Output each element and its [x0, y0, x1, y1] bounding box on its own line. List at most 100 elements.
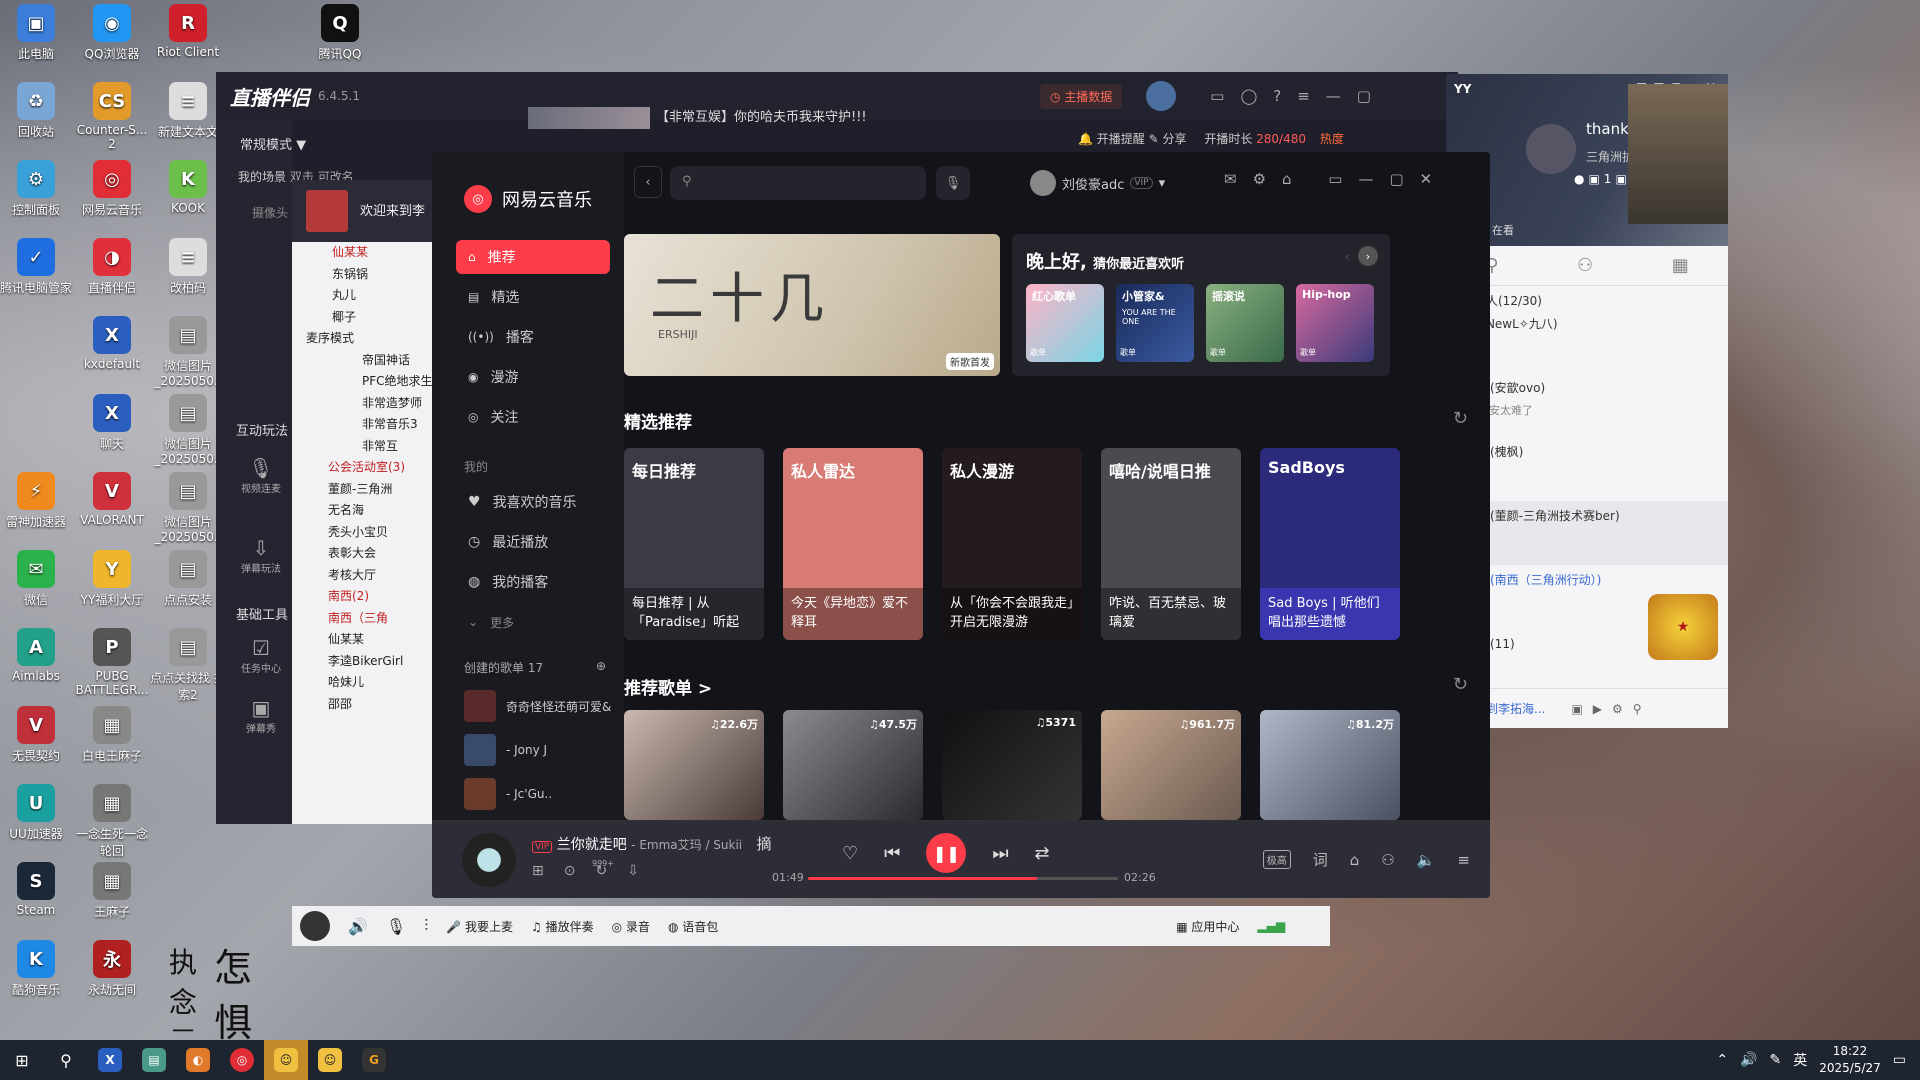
created-playlist[interactable]: - Jc'Gu.. [432, 772, 624, 816]
app-center-button[interactable]: ▦ 应用中心 [1176, 918, 1239, 935]
search-button[interactable]: ⚲ [44, 1040, 88, 1080]
tool-task-center[interactable]: ☑ 任务中心 [238, 636, 284, 675]
lyrics-icon[interactable]: 词 [1313, 849, 1328, 870]
top-icons[interactable]: ✉⚙⌂ ▭—▢✕ [1224, 170, 1448, 188]
next-icon[interactable]: › [1358, 246, 1378, 266]
user-avatar[interactable] [300, 911, 330, 941]
my-nav-item[interactable]: ◍ 我的播客 [456, 565, 610, 599]
nav-item[interactable]: ⌂ 推荐 [456, 240, 610, 274]
taskbar-app[interactable]: X [88, 1040, 132, 1080]
desktop-icon[interactable]: 永永劫无间 [74, 940, 150, 998]
titlebar-icons[interactable]: ▭◯?≡—▢ [1210, 87, 1387, 105]
nav-item[interactable]: ▤ 精选 [456, 280, 610, 314]
desktop-icon[interactable]: ▦ 白电王麻子 [74, 706, 150, 764]
playlist-icon[interactable]: ≡ [1457, 851, 1470, 869]
mini-playlist[interactable]: Hip-hop 歌单 [1296, 284, 1374, 362]
join-mic-button[interactable]: 🎤 我要上麦 [446, 918, 513, 935]
apps-icon[interactable]: ▦ [1672, 255, 1689, 276]
user-info[interactable]: 刘俊豪adc VIP ▾ [1030, 170, 1165, 196]
mini-playlist[interactable]: 小管家& YOU ARE THE ONE 歌单 [1116, 284, 1194, 362]
desktop-icon[interactable]: ▦ 一念生死一念轮回 [74, 784, 150, 859]
nav-item[interactable]: ((•)) 播客 [456, 320, 610, 354]
repeat-icon[interactable]: ⇄ [1035, 843, 1050, 864]
open-remind[interactable]: 开播提醒 [1097, 132, 1145, 146]
desktop-icon[interactable]: ▤ 点点安装 [150, 550, 226, 608]
mic-icon[interactable]: 🎙 [386, 917, 406, 936]
shirt-icon[interactable]: ⌂ [1350, 851, 1360, 869]
prev-icon[interactable]: ‹ [1345, 250, 1350, 265]
desktop-icon[interactable]: A Aimlabs [0, 628, 74, 683]
desktop-icon[interactable]: R Riot Client [150, 4, 226, 59]
recommended-playlist[interactable]: ♫961.7万 [1101, 710, 1241, 820]
add-icon[interactable]: ⊕ [596, 659, 606, 676]
featured-card[interactable]: 每日推荐 每日推荐 | 从「Paradise」听起 [624, 448, 764, 640]
desktop-icon[interactable]: ◎ 网易云音乐 [74, 160, 150, 218]
refresh-icon[interactable]: ↻ [1453, 674, 1468, 695]
play-bgm-button[interactable]: ♫ 播放伴奏 [531, 918, 594, 935]
desktop-icon[interactable]: Q 腾讯QQ [302, 4, 378, 62]
previous-icon[interactable]: ⏮ [884, 843, 900, 864]
mini-playlist[interactable]: 红心歌单 歌单 [1026, 284, 1104, 362]
recommended-title[interactable]: 推荐歌单 > [624, 674, 712, 699]
desktop-icon[interactable]: ⚙ 控制面板 [0, 160, 74, 218]
listen-together-icon[interactable]: ⚇ [1381, 851, 1394, 869]
lyric-button[interactable]: 摘 [757, 835, 772, 853]
desktop-icon[interactable]: ≡ 改柏码 [150, 238, 226, 296]
record-button[interactable]: ◎ 录音 [612, 918, 650, 935]
desktop-icon[interactable]: V 无畏契约 [0, 706, 74, 764]
desktop-icon[interactable]: ◑ 直播伴侣 [74, 238, 150, 296]
taskbar-app-active[interactable]: ☺ [264, 1040, 308, 1080]
yy-gift-badge[interactable]: ★ [1648, 594, 1718, 660]
mode-select[interactable]: 常规模式 ▼ [240, 134, 380, 153]
desktop-icon[interactable]: Y YY福利大厅 [74, 550, 150, 608]
volume-icon[interactable]: 🔊 [1740, 1052, 1757, 1068]
desktop-icon[interactable]: ◉ QQ浏览器 [74, 4, 150, 62]
equalizer-icon[interactable]: ⫶ [424, 916, 428, 936]
taskbar-app[interactable]: ▤ [132, 1040, 176, 1080]
desktop-icon[interactable]: ✓ 腾讯电脑管家 [0, 238, 74, 296]
album-cover[interactable] [462, 833, 516, 887]
pen-icon[interactable]: ✎ [1770, 1052, 1782, 1068]
desktop-icon[interactable]: V VALORANT [74, 472, 150, 527]
notification-icon[interactable]: ▭ [1893, 1052, 1906, 1068]
desktop-icon[interactable]: CS Counter-S... 2 [74, 82, 150, 151]
start-button[interactable]: ⊞ [0, 1040, 44, 1080]
banner[interactable]: 二十几 ERSHIJI 新歌首发 [624, 234, 1000, 376]
voice-search-button[interactable]: 🎙 [936, 166, 970, 200]
featured-card[interactable]: 嘻哈/说唱日推 咋说、百无禁忌、玻璃爱 [1101, 448, 1241, 640]
progress-bar[interactable] [808, 877, 1118, 880]
my-nav-item[interactable]: ♥ 我喜欢的音乐 [456, 485, 610, 519]
chevron-up-icon[interactable]: ⌃ [1716, 1052, 1728, 1068]
created-playlists-header[interactable]: 创建的歌单 17 ⊕ [464, 659, 606, 676]
speaker-icon[interactable]: 🔊 [348, 917, 368, 936]
desktop-icon[interactable]: ▤ 微信图片_2025050.. [150, 472, 226, 544]
heart-icon[interactable]: ♡ [842, 843, 858, 864]
my-nav-item[interactable]: ◷ 最近播放 [456, 525, 610, 559]
desktop-icon[interactable]: ⚡ 雷神加速器 [0, 472, 74, 530]
desktop-icon[interactable]: P PUBG BATTLEGR... [74, 628, 150, 697]
avatar[interactable] [1146, 81, 1177, 111]
next-icon[interactable]: ⏭ [992, 843, 1008, 864]
nav-item[interactable]: ◎ 关注 [456, 400, 610, 434]
group-icon[interactable]: ⚇ [1577, 255, 1593, 276]
refresh-icon[interactable]: ↻ [1453, 408, 1468, 429]
featured-card[interactable]: SadBoys Sad Boys | 听他们唱出那些遗憾 [1260, 448, 1400, 640]
created-playlist[interactable]: 奇奇怪怪还萌可爱& [432, 684, 624, 728]
yy-avatar[interactable] [1526, 124, 1576, 174]
desktop-icon[interactable]: Xkxdefault [74, 316, 150, 371]
host-data-button[interactable]: ◷ 主播数据 [1039, 83, 1123, 109]
desktop-icon[interactable]: S Steam [0, 862, 74, 917]
taskbar-app[interactable]: ◐ [176, 1040, 220, 1080]
desktop-icon[interactable]: X 聊天 [74, 394, 150, 452]
desktop-icon[interactable]: K 酷狗音乐 [0, 940, 74, 998]
mini-playlist[interactable]: 摇滚说 歌单 [1206, 284, 1284, 362]
back-button[interactable]: ‹ [634, 166, 662, 198]
recommended-playlist[interactable]: ♫47.5万 [783, 710, 923, 820]
recommended-playlist[interactable]: ♫5371 [942, 710, 1082, 820]
featured-card[interactable]: 私人漫游 从「你会不会跟我走」开启无限漫游 [942, 448, 1082, 640]
tool-video-link[interactable]: 🎙 视频连麦 [238, 456, 284, 495]
desktop-icon[interactable]: ♻ 回收站 [0, 82, 74, 140]
ime-indicator[interactable]: 英 [1793, 1050, 1807, 1070]
nav-item[interactable]: ◉ 漫游 [456, 360, 610, 394]
desktop-icon[interactable]: ≡ 新建文本文 [150, 82, 226, 140]
